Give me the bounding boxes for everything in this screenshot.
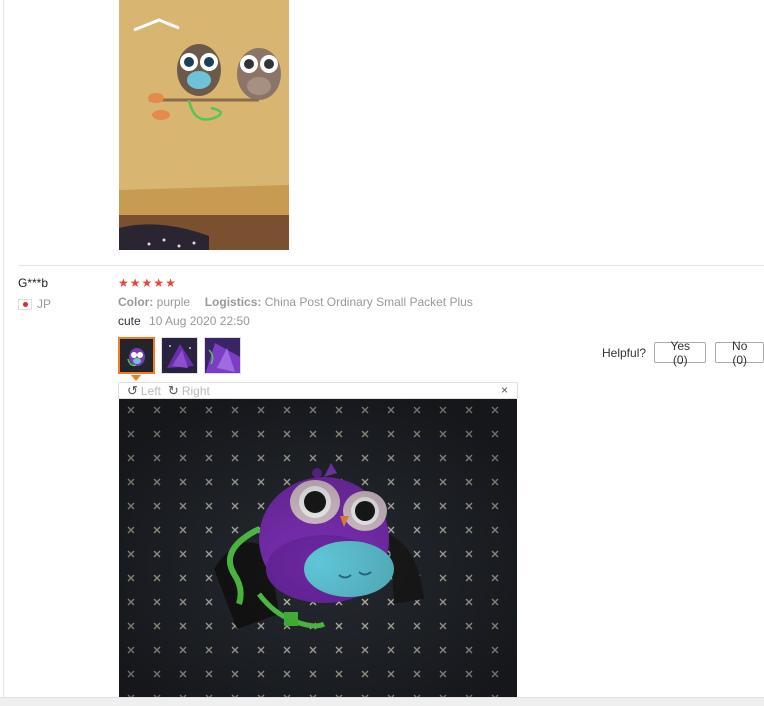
star-icon: ★ bbox=[118, 276, 129, 290]
reviewer-country: JP bbox=[18, 297, 51, 311]
reviewer-name: G***b bbox=[18, 276, 49, 290]
active-thumbnail-indicator bbox=[131, 375, 141, 381]
logistics-value: China Post Ordinary Small Packet Plus bbox=[264, 295, 473, 309]
image-viewer-toolbar: ↺ Left ↻ Right × bbox=[118, 382, 518, 399]
review-date: 10 Aug 2020 22:50 bbox=[149, 314, 250, 328]
rotate-right-icon: ↻ bbox=[167, 383, 179, 398]
review-thumbnail[interactable] bbox=[204, 337, 241, 374]
star-icon: ★ bbox=[153, 276, 165, 290]
logistics-label: Logistics: bbox=[204, 295, 262, 309]
japan-flag-icon bbox=[18, 298, 32, 310]
review-text: cute bbox=[118, 314, 141, 328]
review-thumbnail[interactable] bbox=[161, 337, 198, 374]
star-icon: ★ bbox=[129, 276, 141, 290]
color-label: Color: bbox=[118, 295, 154, 309]
order-attributes: Color: purple Logistics: China Post Ordi… bbox=[118, 295, 473, 309]
review-divider bbox=[18, 265, 764, 266]
review-thumbnail[interactable] bbox=[118, 337, 155, 374]
helpful-no-button[interactable]: No (0) bbox=[715, 339, 764, 367]
section-border bbox=[3, 0, 4, 700]
enlarged-review-photo bbox=[119, 399, 517, 697]
rotate-right-button[interactable]: ↻ Right bbox=[168, 384, 210, 398]
rotate-left-button[interactable]: ↺ Left bbox=[127, 384, 161, 398]
country-code: JP bbox=[37, 297, 52, 311]
previous-review-photo[interactable] bbox=[119, 0, 289, 250]
rotate-left-label: Left bbox=[140, 383, 161, 398]
rotate-left-icon: ↺ bbox=[127, 383, 138, 398]
close-icon[interactable]: × bbox=[501, 383, 508, 398]
reviews-section: G***b JP ★ ★ ★ ★ ★ Color: purple Logisti… bbox=[0, 0, 764, 706]
star-icon: ★ bbox=[165, 276, 176, 290]
review-body: cute 10 Aug 2020 22:50 bbox=[118, 314, 250, 328]
helpful-yes-button[interactable]: Yes (0) bbox=[654, 339, 707, 367]
helpful-voting: Helpful? Yes (0) No (0) bbox=[602, 339, 764, 367]
review-thumbnails bbox=[118, 337, 241, 374]
rotate-right-label: Right bbox=[181, 383, 210, 398]
star-icon: ★ bbox=[141, 276, 153, 290]
color-value: purple bbox=[156, 295, 191, 309]
helpful-label: Helpful? bbox=[602, 345, 647, 360]
star-rating: ★ ★ ★ ★ ★ bbox=[118, 276, 176, 290]
